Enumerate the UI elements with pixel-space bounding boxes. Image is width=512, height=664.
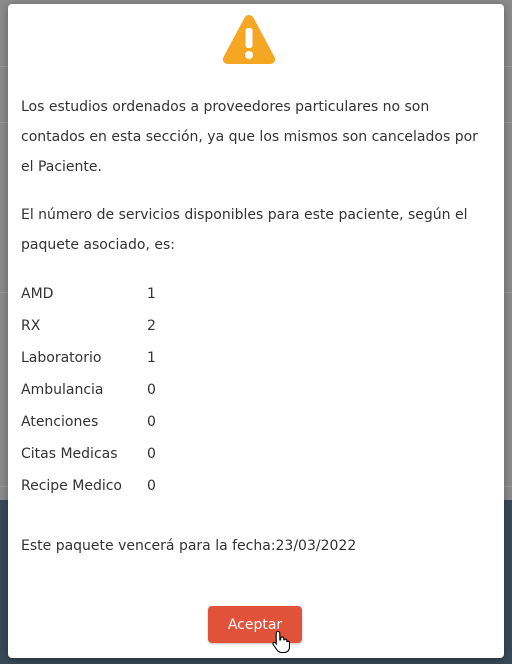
warning-triangle-icon — [222, 15, 276, 64]
services-intro: El número de servicios disponibles para … — [21, 207, 468, 253]
list-item: Ambulancia 0 — [21, 374, 321, 406]
hand-pointer-cursor-icon — [272, 630, 290, 654]
service-name: Laboratorio — [21, 350, 102, 366]
service-name: Recipe Medico — [21, 478, 122, 494]
list-item: RX 2 — [21, 310, 321, 342]
info-paragraph: Los estudios ordenados a proveedores par… — [21, 99, 478, 175]
service-count: 1 — [147, 286, 156, 302]
service-name: Ambulancia — [21, 382, 104, 398]
list-item: AMD 1 — [21, 278, 321, 310]
expiry-text: Este paquete vencerá para la fecha:23/03… — [21, 538, 357, 554]
service-name: AMD — [21, 286, 54, 302]
service-count: 0 — [147, 382, 156, 398]
service-count: 0 — [147, 446, 156, 462]
service-count: 0 — [147, 414, 156, 430]
service-count: 0 — [147, 478, 156, 494]
list-item: Citas Medicas 0 — [21, 438, 321, 470]
service-count: 2 — [147, 318, 156, 334]
service-name: RX — [21, 318, 41, 334]
service-name: Atenciones — [21, 414, 99, 430]
list-item: Laboratorio 1 — [21, 342, 321, 374]
service-name: Citas Medicas — [21, 446, 118, 462]
services-list: AMD 1 RX 2 Laboratorio 1 Ambulancia 0 At… — [21, 278, 321, 502]
service-count: 1 — [147, 350, 156, 366]
list-item: Atenciones 0 — [21, 406, 321, 438]
alert-dialog: Los estudios ordenados a proveedores par… — [8, 4, 504, 658]
list-item: Recipe Medico 0 — [21, 470, 321, 502]
